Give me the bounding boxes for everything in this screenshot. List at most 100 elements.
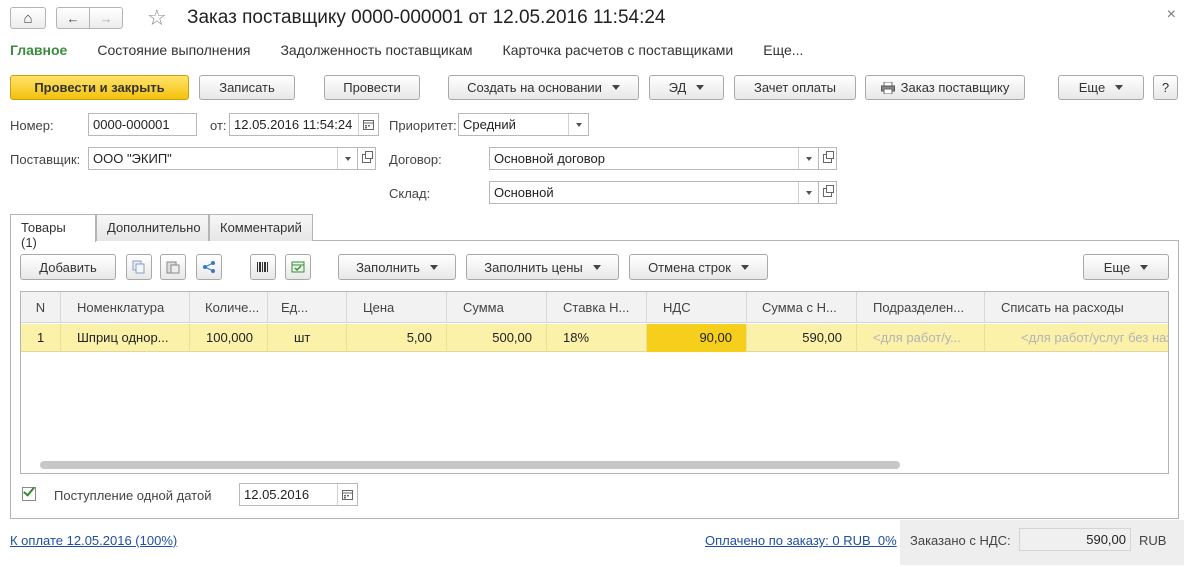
barcode-icon	[257, 262, 268, 272]
paste-icon	[166, 261, 180, 274]
chevron-down-icon[interactable]	[798, 182, 818, 203]
col-unit[interactable]: Ед...	[268, 292, 347, 323]
chevron-down-icon[interactable]	[337, 148, 357, 169]
cell-qty[interactable]: 100,000	[190, 324, 268, 352]
ed-label: ЭД	[668, 80, 687, 95]
supplier-field[interactable]: ООО "ЭКИП"	[88, 147, 358, 170]
create-based-on-label: Создать на основании	[467, 80, 602, 95]
post-button[interactable]: Провести	[324, 75, 420, 100]
forward-button[interactable]: →	[89, 7, 123, 29]
payment-offset-button[interactable]: Зачет оплаты	[734, 75, 856, 100]
date-field[interactable]: 12.05.2016 11:54:24	[229, 113, 379, 136]
fill-button[interactable]: Заполнить	[338, 254, 456, 280]
date-value: 12.05.2016 11:54:24	[234, 117, 353, 132]
table-more-button[interactable]: Еще	[1083, 254, 1169, 280]
more-actions-button[interactable]: Еще	[1058, 75, 1144, 100]
nav-main[interactable]: Главное	[10, 42, 67, 58]
nav-more[interactable]: Еще...	[763, 42, 803, 58]
chevron-down-icon[interactable]	[568, 114, 588, 135]
open-icon	[362, 151, 373, 163]
receipt-date-field[interactable]: 12.05.2016	[239, 483, 358, 506]
paste-button[interactable]	[160, 254, 186, 280]
split-row-button[interactable]	[196, 254, 222, 280]
col-sum-vat[interactable]: Сумма с Н...	[747, 292, 857, 323]
add-row-button[interactable]: Добавить	[20, 254, 116, 280]
section-nav: Главное Состояние выполнения Задолженнос…	[10, 42, 833, 58]
open-warehouse-button[interactable]	[819, 181, 837, 204]
calendar-icon[interactable]	[337, 484, 357, 505]
cell-vat-rate[interactable]: 18%	[547, 324, 647, 352]
nav-execution-status[interactable]: Состояние выполнения	[97, 42, 250, 58]
tab-goods[interactable]: Товары (1)	[10, 214, 96, 250]
paid-by-order-link[interactable]: Оплачено по заказу: 0 RUB 0%	[705, 533, 897, 548]
save-button[interactable]: Записать	[199, 75, 295, 100]
col-n[interactable]: N	[21, 292, 61, 323]
favorite-star-icon[interactable]: ☆	[147, 5, 167, 31]
col-vat[interactable]: НДС	[647, 292, 747, 323]
open-contract-button[interactable]	[819, 147, 837, 170]
col-price[interactable]: Цена	[347, 292, 447, 323]
post-and-close-button[interactable]: Провести и закрыть	[10, 75, 189, 100]
cell-sum[interactable]: 500,00	[447, 324, 547, 352]
barcode-button[interactable]	[250, 254, 276, 280]
cancel-rows-button[interactable]: Отмена строк	[629, 254, 768, 280]
split-icon	[203, 261, 215, 273]
col-sum[interactable]: Сумма	[447, 292, 547, 323]
ed-button[interactable]: ЭД	[649, 75, 724, 100]
print-order-button[interactable]: Заказ поставщику	[865, 75, 1025, 100]
more-label: Еще	[1078, 80, 1106, 95]
help-button[interactable]: ?	[1153, 75, 1178, 100]
create-based-on-button[interactable]: Создать на основании	[448, 75, 639, 100]
chevron-down-icon	[592, 264, 601, 270]
tab-comment[interactable]: Комментарий	[209, 214, 313, 241]
priority-label: Приоритет:	[389, 118, 457, 133]
horizontal-scrollbar[interactable]	[40, 461, 900, 469]
close-icon[interactable]: ×	[1167, 6, 1176, 24]
chevron-down-icon[interactable]	[798, 148, 818, 169]
warehouse-label: Склад:	[389, 186, 431, 201]
cell-item[interactable]: Шприц однор...	[61, 324, 190, 352]
open-icon	[823, 185, 834, 197]
contract-field[interactable]: Основной договор	[489, 147, 819, 170]
open-supplier-button[interactable]	[358, 147, 376, 170]
cell-n[interactable]: 1	[21, 324, 61, 352]
nav-supplier-debt[interactable]: Задолженность поставщикам	[280, 42, 472, 58]
contract-value: Основной договор	[494, 151, 605, 166]
back-button[interactable]: ←	[56, 7, 90, 29]
select-goods-button[interactable]	[285, 254, 311, 280]
cell-vat[interactable]: 90,00	[647, 324, 747, 352]
cell-expense[interactable]: <для работ/услуг без наз	[985, 324, 1168, 352]
supplier-value: ООО "ЭКИП"	[93, 151, 172, 166]
cell-price[interactable]: 5,00	[347, 324, 447, 352]
window-title: Заказ поставщику 0000-000001 от 12.05.20…	[187, 7, 666, 28]
checkmark-icon	[23, 484, 35, 497]
nav-settlement-card[interactable]: Карточка расчетов с поставщиками	[503, 42, 734, 58]
home-button[interactable]: ⌂	[10, 7, 46, 29]
arrow-left-icon: ←	[66, 10, 80, 26]
tab-additional[interactable]: Дополнительно	[96, 214, 209, 241]
cell-division[interactable]: <для работ/у...	[857, 324, 985, 352]
chevron-down-icon	[740, 264, 749, 270]
priority-select[interactable]: Средний	[458, 113, 589, 136]
copy-row-button[interactable]	[126, 254, 152, 280]
date-label: от:	[210, 118, 227, 133]
cell-sum-vat[interactable]: 590,00	[747, 324, 857, 352]
col-expense[interactable]: Списать на расходы	[985, 292, 1168, 323]
col-item[interactable]: Номенклатура	[61, 292, 190, 323]
number-label: Номер:	[10, 118, 54, 133]
open-icon	[823, 151, 834, 163]
fill-prices-button[interactable]: Заполнить цены	[466, 254, 619, 280]
number-field[interactable]: 0000-000001	[88, 113, 197, 136]
calendar-icon[interactable]	[358, 114, 378, 135]
contract-label: Договор:	[389, 152, 442, 167]
warehouse-field[interactable]: Основной	[489, 181, 819, 204]
to-pay-link[interactable]: К оплате 12.05.2016 (100%)	[10, 533, 177, 548]
home-icon: ⌂	[23, 9, 33, 27]
cell-unit[interactable]: шт	[268, 324, 347, 352]
col-qty[interactable]: Количе...	[190, 292, 268, 323]
table-row[interactable]: 1 Шприц однор... 100,000 шт 5,00 500,00 …	[21, 324, 1168, 352]
col-vat-rate[interactable]: Ставка Н...	[547, 292, 647, 323]
receipt-single-date-checkbox[interactable]	[22, 484, 36, 501]
col-division[interactable]: Подразделен...	[857, 292, 985, 323]
goods-table[interactable]: N Номенклатура Количе... Ед... Цена Сумм…	[20, 291, 1169, 474]
